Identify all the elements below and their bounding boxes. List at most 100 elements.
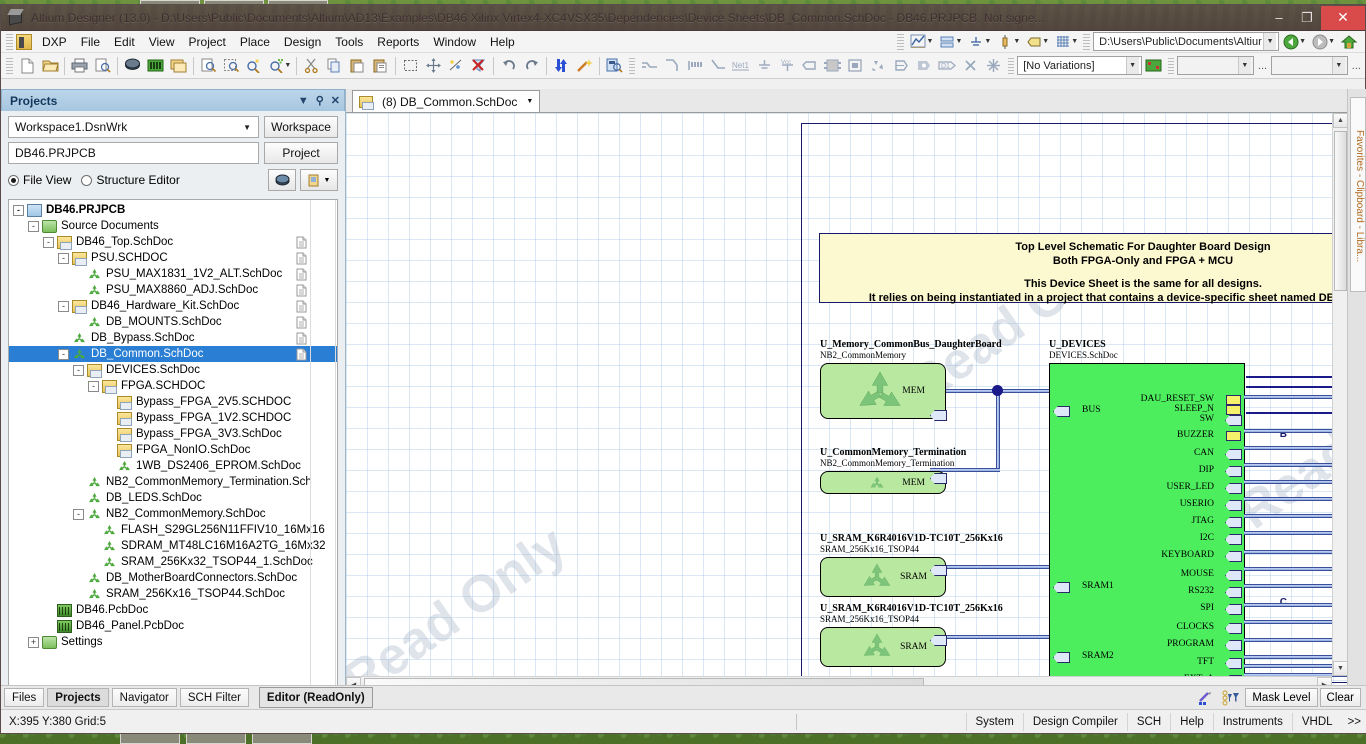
board-layers-icon[interactable] <box>121 55 144 77</box>
workspace-combobox[interactable]: Workspace1.DsnWrk ▼ <box>8 116 259 138</box>
collapse-icon[interactable]: - <box>43 236 54 248</box>
project-tree[interactable]: - DB46.PRJPCB - Source Documents - DB46_Top.S… <box>9 200 337 690</box>
tree-item[interactable]: DB_Bypass.SchDoc <box>9 330 337 346</box>
no-erc-icon[interactable] <box>959 55 982 77</box>
devices-right-port-pin[interactable] <box>1225 587 1242 598</box>
sheet-symbol-sram-1[interactable]: U_SRAM_K6R4016V1D-TC10T_256Kx16 SRAM_256… <box>820 533 1003 597</box>
workspace-button[interactable]: Workspace <box>264 116 338 138</box>
menu-window[interactable]: Window <box>426 32 483 52</box>
path-combobox[interactable]: D:\Users\Public\Documents\Altiur ▼ <box>1093 32 1280 51</box>
menu-project[interactable]: Project <box>182 32 233 52</box>
devices-left-port-pin[interactable] <box>1053 406 1070 417</box>
chevron-down-icon[interactable]: ▼ <box>526 98 533 105</box>
restore-button[interactable]: ❐ <box>1293 6 1321 30</box>
chevron-down-icon[interactable]: ▼ <box>1263 33 1277 50</box>
panel-tab-navigator[interactable]: Navigator <box>111 688 177 707</box>
vertical-scroll-thumb[interactable] <box>1334 131 1347 291</box>
tree-item[interactable]: DB_LEDS.SchDoc <box>9 490 337 506</box>
tree-item[interactable]: NB2_CommonMemory_Termination.Sch <box>9 474 337 490</box>
menu-view[interactable]: View <box>142 32 182 52</box>
schematic-sheet[interactable]: Read Only Read Only Read Only <box>346 113 1347 691</box>
new-document-icon[interactable] <box>16 55 39 77</box>
tree-item[interactable]: SRAM_256Kx32_TSOP44_1.SchDoc <box>9 554 337 570</box>
devices-right-port-pin[interactable] <box>1226 431 1241 441</box>
place-wire-icon[interactable] <box>707 55 730 77</box>
zoom-document-icon[interactable] <box>197 55 220 77</box>
tree-item[interactable]: - DB46_Top.SchDoc <box>9 234 337 250</box>
back-navigation-icon[interactable] <box>1279 31 1303 53</box>
toolbar-grip[interactable] <box>1167 57 1175 74</box>
ellipsis-1[interactable]: ... <box>1254 60 1271 72</box>
panel-tab-files[interactable]: Files <box>4 688 45 707</box>
empty-combobox-2[interactable]: ▼ <box>1271 56 1348 75</box>
place-harness-entry-icon[interactable] <box>913 55 936 77</box>
tree-item[interactable]: SRAM_256Kx16_TSOP44.SchDoc <box>9 586 337 602</box>
schematic-canvas[interactable]: Read Only Read Only Read Only <box>346 113 1347 691</box>
menu-tools[interactable]: Tools <box>328 32 370 52</box>
zoom-area-icon[interactable] <box>220 55 243 77</box>
empty-combobox-1[interactable]: ▼ <box>1177 56 1254 75</box>
tree-item[interactable]: PSU_MAX1831_1V2_ALT.SchDoc <box>9 266 337 282</box>
place-port-icon[interactable] <box>799 55 822 77</box>
menu-file[interactable]: File <box>74 32 107 52</box>
tree-item[interactable]: - DB46_Hardware_Kit.SchDoc <box>9 298 337 314</box>
home-icon[interactable] <box>1337 31 1361 53</box>
wand-icon[interactable] <box>573 55 596 77</box>
tree-item[interactable]: - DB_Common.SchDoc <box>9 346 337 362</box>
toolbar-grip[interactable] <box>1083 33 1091 50</box>
devices-right-port-pin[interactable] <box>1225 623 1242 634</box>
paste-special-icon[interactable] <box>369 55 392 77</box>
deselect-icon[interactable] <box>445 55 468 77</box>
chevron-down-icon[interactable]: ▼ <box>239 123 255 132</box>
pcb-document-icon[interactable] <box>144 55 167 77</box>
place-sheet-entry-icon[interactable] <box>844 55 867 77</box>
collapse-icon[interactable]: - <box>58 252 69 264</box>
devices-right-port-pin[interactable] <box>1226 395 1241 405</box>
toolbar-grip[interactable] <box>628 57 636 74</box>
status-link-help[interactable]: Help <box>1170 712 1213 731</box>
collapse-icon[interactable]: - <box>73 364 84 376</box>
highlight-pen-icon[interactable] <box>1193 687 1217 709</box>
devices-body[interactable]: BUSSRAM1SRAM2STATUS_LEDDAU_RESET_SWSLEEP… <box>1049 363 1245 691</box>
layers-button[interactable] <box>268 169 296 191</box>
clear-filter-icon[interactable] <box>467 55 490 77</box>
scroll-up-arrow-icon[interactable]: ▲ <box>1333 113 1347 128</box>
close-button[interactable]: ✕ <box>1321 5 1365 30</box>
panel-tab-projects[interactable]: Projects <box>47 688 109 707</box>
devices-left-port-pin[interactable] <box>1053 582 1070 593</box>
panel-tab-editor[interactable]: Editor (ReadOnly) <box>258 687 373 708</box>
collapse-icon[interactable]: - <box>88 380 99 392</box>
tree-item[interactable]: + Settings <box>9 634 337 650</box>
tree-item[interactable]: DB46_Panel.PcbDoc <box>9 618 337 634</box>
menu-help[interactable]: Help <box>483 32 522 52</box>
tree-item[interactable]: DB46.PcbDoc <box>9 602 337 618</box>
devices-right-port-pin[interactable] <box>1225 466 1242 477</box>
variations-combobox[interactable]: [No Variations] ▼ <box>1017 56 1142 75</box>
tree-item[interactable]: PSU_MAX8860_ADJ.SchDoc <box>9 282 337 298</box>
radio-structure-editor[interactable]: Structure Editor <box>81 173 180 187</box>
tree-item[interactable]: FLASH_S29GL256N11FFIV10_16Mx16 <box>9 522 337 538</box>
mask-level-button[interactable]: Mask Level <box>1245 688 1318 707</box>
sheet-symbol-body[interactable]: MEM <box>820 471 946 494</box>
devices-right-port-pin[interactable] <box>1225 483 1242 494</box>
copy-icon[interactable] <box>323 55 346 77</box>
devices-right-port-pin[interactable] <box>1225 517 1242 528</box>
devices-right-port-pin[interactable] <box>1226 405 1241 415</box>
menu-dxp[interactable]: DXP <box>35 32 74 52</box>
place-bus-entry-icon[interactable] <box>661 55 684 77</box>
project-options-button[interactable]: ▼ <box>300 169 338 191</box>
place-bus-icon[interactable] <box>638 55 661 77</box>
clear-button[interactable]: Clear <box>1319 688 1361 707</box>
print-preview-icon[interactable] <box>91 55 114 77</box>
paste-icon[interactable] <box>346 55 369 77</box>
devices-right-port-pin[interactable] <box>1225 500 1242 511</box>
tree-item[interactable]: - PSU.SCHDOC <box>9 250 337 266</box>
project-tree-container[interactable]: - DB46.PRJPCB - Source Documents - DB46_Top.S… <box>8 199 338 691</box>
status-link-vhdl[interactable]: VHDL <box>1291 712 1342 731</box>
devices-right-port-pin[interactable] <box>1225 604 1242 615</box>
sheet-symbol-devices[interactable]: U_DEVICES DEVICES.SchDoc BUSSRAM1SRAM2ST… <box>1049 339 1245 691</box>
print-icon[interactable] <box>68 55 91 77</box>
place-vcc-icon[interactable]: Vcc <box>776 55 799 77</box>
minimize-button[interactable]: – <box>1265 6 1293 30</box>
tree-item[interactable]: DB_MotherBoardConnectors.SchDoc <box>9 570 337 586</box>
